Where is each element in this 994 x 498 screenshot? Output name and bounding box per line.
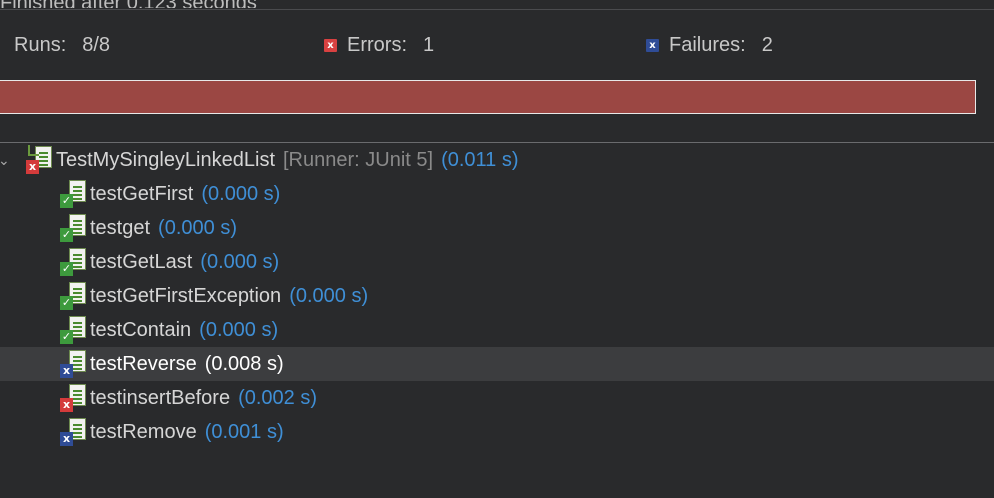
test-passed-icon: ✓ (60, 316, 86, 344)
failures-label: Failures: (669, 34, 746, 56)
suite-name: TestMySingleyLinkedList (56, 148, 275, 171)
test-time: (0.000 s) (200, 250, 280, 273)
test-name: testinsertBefore (90, 386, 231, 409)
errors-value: 1 (423, 34, 435, 56)
test-error-icon: x (60, 384, 86, 412)
test-time: (0.002 s) (238, 386, 318, 409)
test-time: (0.000 s) (201, 182, 281, 205)
tree-item-suite[interactable]: ⌄ x TestMySingleyLinkedList [Runner: JUn… (0, 143, 994, 177)
test-time: (0.008 s) (204, 352, 284, 375)
tree-item-test[interactable]: ✓ testGetLast (0.000 s) (0, 245, 994, 279)
test-name: testGetFirst (90, 182, 194, 205)
errors-label: Errors: (347, 34, 407, 56)
counters-bar: Runs: 8/8 x Errors: 1 x Failures: 2 (0, 34, 994, 60)
test-time: (0.001 s) (204, 420, 284, 443)
runs-label: Runs: (14, 34, 67, 56)
status-message: Finished after 0.123 seconds (0, 0, 994, 8)
test-passed-icon: ✓ (60, 214, 86, 242)
test-time: (0.000 s) (158, 216, 237, 239)
test-failure-icon: x (60, 418, 86, 446)
error-icon: x (324, 39, 337, 52)
tree-item-test[interactable]: x testRemove (0.001 s) (0, 415, 994, 449)
test-name: testGetFirstException (90, 284, 282, 307)
chevron-down-icon[interactable]: ⌄ (0, 153, 10, 167)
test-passed-icon: ✓ (60, 248, 86, 276)
runs-counter: Runs: 8/8 (14, 34, 110, 57)
tree-item-test[interactable]: ✓ testget (0.000 s) (0, 211, 994, 245)
test-time: (0.000 s) (199, 318, 279, 341)
suite-time: (0.011 s) (441, 148, 519, 171)
test-time: (0.000 s) (289, 284, 369, 307)
test-name: testRemove (90, 420, 197, 443)
failures-value: 2 (761, 34, 773, 56)
test-name: testReverse (90, 352, 197, 375)
test-name: testget (90, 216, 151, 239)
errors-counter: x Errors: 1 (324, 34, 434, 57)
test-name: testContain (90, 318, 192, 341)
tree-item-test[interactable]: ✓ testGetFirst (0.000 s) (0, 177, 994, 211)
runs-value: 8/8 (82, 34, 111, 56)
test-passed-icon: ✓ (60, 180, 86, 208)
failure-icon: x (646, 39, 659, 52)
tree-item-test-selected[interactable]: x testReverse (0.008 s) (0, 347, 994, 381)
tree-item-test[interactable]: x testinsertBefore (0.002 s) (0, 381, 994, 415)
test-name: testGetLast (90, 250, 193, 273)
tree-item-test[interactable]: ✓ testContain (0.000 s) (0, 313, 994, 347)
suite-runner: [Runner: JUnit 5] (283, 148, 434, 171)
progress-bar (0, 80, 976, 114)
failures-counter: x Failures: 2 (646, 34, 773, 57)
divider (0, 9, 994, 10)
test-passed-icon: ✓ (60, 282, 86, 310)
test-suite-icon: x (26, 145, 52, 174)
tree-item-test[interactable]: ✓ testGetFirstException (0.000 s) (0, 279, 994, 313)
test-failure-icon: x (60, 350, 86, 378)
